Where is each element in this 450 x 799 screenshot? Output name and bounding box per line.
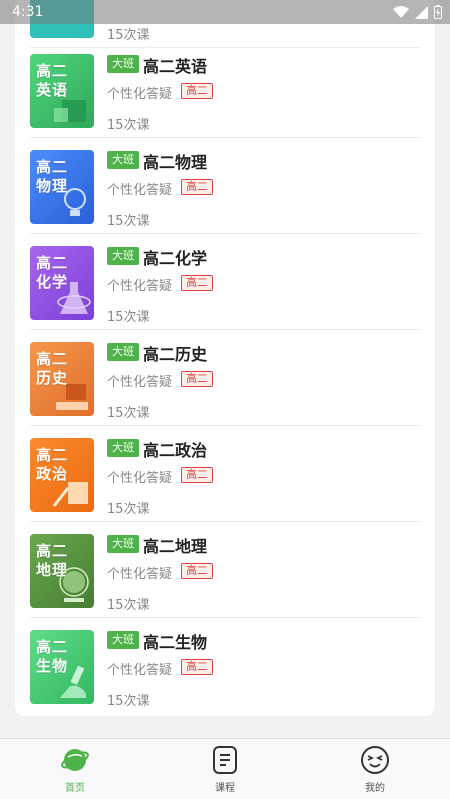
course-title: 高二物理: [143, 153, 208, 172]
battery-icon: [434, 5, 442, 19]
face-icon: [361, 746, 389, 774]
grade-tag: 高二: [181, 659, 213, 675]
thumb-grade: 高二: [36, 350, 69, 368]
app-screen: 4:31 15次课 高二 英语 大班 高二英语 个性化答疑 高二 15次课 高二…: [0, 0, 450, 799]
course-subtitle: 个性化答疑: [107, 471, 173, 486]
nav-courses-label: 课程: [215, 783, 235, 794]
globe-icon: [59, 567, 89, 602]
course-thumbnail: 高二 化学: [30, 246, 94, 320]
class-type-badge: 大班: [107, 343, 139, 361]
flask-icon: [57, 282, 91, 314]
nav-courses[interactable]: 课程: [185, 745, 265, 794]
course-item-history[interactable]: 高二 历史 大班 高二历史 个性化答疑 高二 15次课: [30, 330, 421, 426]
status-time: 4:31: [12, 4, 44, 20]
course-lesson-count: 15次课: [107, 118, 150, 133]
class-type-badge: 大班: [107, 151, 139, 169]
thumb-grade: 高二: [36, 158, 69, 176]
nav-mine-label: 我的: [365, 783, 385, 794]
status-bar: 4:31: [0, 0, 450, 24]
course-item-politics[interactable]: 高二 政治 大班 高二政治 个性化答疑 高二 15次课: [30, 426, 421, 522]
course-title: 高二政治: [143, 441, 208, 460]
class-type-badge: 大班: [107, 535, 139, 553]
nav-mine[interactable]: 我的: [335, 745, 415, 794]
thumb-grade: 高二: [36, 446, 69, 464]
course-title: 高二生物: [143, 633, 208, 652]
wifi-icon: [393, 6, 409, 18]
course-thumbnail: 高二 物理: [30, 150, 94, 224]
grade-tag: 高二: [181, 371, 213, 387]
course-item-physics[interactable]: 高二 物理 大班 高二物理 个性化答疑 高二 15次课: [30, 138, 421, 234]
signal-icon: [415, 5, 428, 19]
course-lesson-count: 15次课: [107, 694, 150, 709]
course-subtitle: 个性化答疑: [107, 375, 173, 390]
course-subtitle: 个性化答疑: [107, 87, 173, 102]
course-subtitle: 个性化答疑: [107, 663, 173, 678]
course-item-english[interactable]: 高二 英语 大班 高二英语 个性化答疑 高二 15次课: [30, 42, 421, 138]
course-subtitle: 个性化答疑: [107, 279, 173, 294]
grade-tag: 高二: [181, 179, 213, 195]
thumb-grade: 高二: [36, 638, 69, 656]
status-icons: [393, 5, 442, 19]
bulb-icon: [64, 188, 86, 216]
course-list-card: 15次课 高二 英语 大班 高二英语 个性化答疑 高二 15次课 高二 物理 大班 …: [15, 0, 435, 716]
course-item-geography[interactable]: 高二 地理 大班 高二地理 个性化答疑 高二 15次课: [30, 522, 421, 618]
course-subtitle: 个性化答疑: [107, 183, 173, 198]
course-lesson-count: 15次课: [107, 502, 150, 517]
course-lesson-count: 15次课: [107, 28, 150, 43]
grade-tag: 高二: [181, 275, 213, 291]
grade-tag: 高二: [181, 563, 213, 579]
microscope-icon: [60, 665, 86, 698]
course-thumbnail: 高二 英语: [30, 54, 94, 128]
planet-icon: [61, 749, 89, 771]
course-thumbnail: 高二 生物: [30, 630, 94, 704]
course-title: 高二历史: [143, 345, 208, 364]
course-thumbnail: 高二 地理: [30, 534, 94, 608]
grade-tag: 高二: [181, 467, 213, 483]
course-item-chemistry[interactable]: 高二 化学 大班 高二化学 个性化答疑 高二 15次课: [30, 234, 421, 330]
course-lesson-count: 15次课: [107, 598, 150, 613]
bottom-nav: 首页 课程 我的: [0, 738, 450, 799]
course-lesson-count: 15次课: [107, 406, 150, 421]
pencil-icon: [52, 482, 88, 507]
course-item-biology[interactable]: 高二 生物 大班 高二生物 个性化答疑 高二 15次课: [30, 618, 421, 714]
course-thumbnail: 高二 政治: [30, 438, 94, 512]
grade-tag: 高二: [181, 83, 213, 99]
class-type-badge: 大班: [107, 247, 139, 265]
course-title: 高二化学: [143, 249, 208, 268]
course-lesson-count: 15次课: [107, 214, 150, 229]
books-icon: [56, 384, 88, 410]
cube-icon: [54, 100, 86, 122]
document-icon: [213, 746, 237, 774]
course-thumbnail: 高二 历史: [30, 342, 94, 416]
course-title: 高二地理: [143, 537, 208, 556]
class-type-badge: 大班: [107, 631, 139, 649]
thumb-grade: 高二: [36, 254, 69, 272]
nav-home-label: 首页: [65, 783, 85, 794]
nav-home[interactable]: 首页: [35, 745, 115, 794]
course-title: 高二英语: [143, 57, 208, 76]
class-type-badge: 大班: [107, 55, 139, 73]
course-lesson-count: 15次课: [107, 310, 150, 325]
course-subtitle: 个性化答疑: [107, 567, 173, 582]
thumb-grade: 高二: [36, 542, 69, 560]
class-type-badge: 大班: [107, 439, 139, 457]
thumb-grade: 高二: [36, 62, 69, 80]
